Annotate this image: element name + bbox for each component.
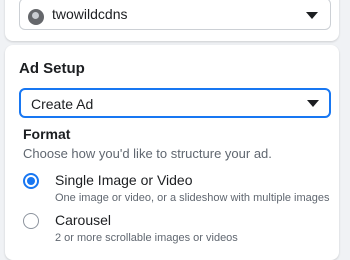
format-option-carousel[interactable]: Carousel 2 or more scrollable images or … (23, 211, 333, 251)
ad-setup-card: Ad Setup Create Ad Format Choose how you… (5, 45, 339, 260)
account-name: twowildcdns (52, 6, 128, 22)
avatar (28, 9, 44, 25)
format-option-single-image[interactable]: Single Image or Video One image or video… (23, 171, 333, 211)
account-select[interactable]: twowildcdns (19, 0, 331, 30)
option-description: One image or video, or a slideshow with … (55, 192, 330, 204)
chevron-down-icon (306, 12, 318, 19)
ad-create-select[interactable]: Create Ad (19, 88, 331, 118)
option-title: Single Image or Video (55, 172, 193, 188)
option-title: Carousel (55, 212, 112, 228)
account-card: twowildcdns (5, 0, 339, 41)
ad-create-select-value: Create Ad (31, 96, 94, 112)
option-description: 2 or more scrollable images or videos (55, 232, 238, 244)
format-label: Format (23, 126, 71, 142)
radio-single-image[interactable] (23, 173, 39, 189)
radio-carousel[interactable] (23, 213, 39, 229)
section-title: Ad Setup (19, 60, 85, 77)
format-help-text: Choose how you'd like to structure your … (23, 146, 272, 161)
chevron-down-icon (307, 100, 319, 107)
